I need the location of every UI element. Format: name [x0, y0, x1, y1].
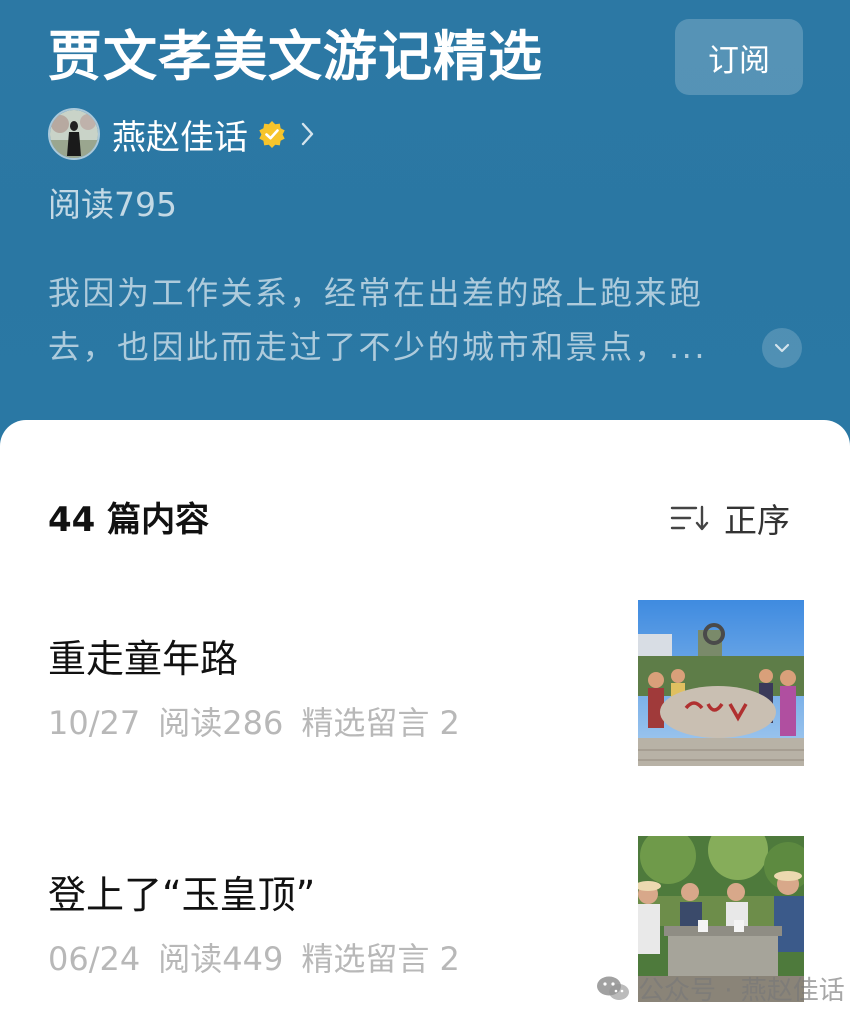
article-date: 06/24 — [48, 940, 141, 978]
description-line: 我因为工作关系，经常在出差的路上跑来跑 — [48, 274, 704, 312]
album-title: 贾文孝美文游记精选 — [48, 25, 543, 88]
expand-description-button[interactable] — [762, 328, 802, 368]
article-comments: 精选留言 2 — [301, 940, 460, 978]
article-date: 10/27 — [48, 704, 141, 742]
chevron-right-icon — [301, 122, 314, 146]
chevron-down-icon — [774, 343, 790, 353]
avatar — [48, 108, 100, 160]
article-reads: 阅读286 — [158, 704, 284, 742]
content-count: 44 篇内容 — [48, 500, 210, 540]
article-title: 登上了“玉皇顶” — [48, 873, 316, 917]
sort-label: 正序 — [724, 501, 790, 540]
article-meta: 10/27 阅读286 精选留言 2 — [48, 698, 460, 744]
article-item[interactable]: 重走童年路 10/27 阅读286 精选留言 2 — [0, 596, 850, 766]
article-title: 重走童年路 — [48, 637, 239, 681]
author-name: 燕赵佳话 — [112, 117, 248, 158]
article-thumbnail — [638, 600, 804, 766]
album-header: 贾文孝美文游记精选 订阅 燕赵佳话 阅读795 我因为工作关系，经常在出差的路上… — [0, 0, 850, 460]
watermark: 公众号 · 燕赵佳话 — [596, 970, 845, 1007]
article-comments: 精选留言 2 — [301, 704, 460, 742]
album-read-count: 阅读795 — [48, 185, 177, 224]
watermark-text: 公众号 · 燕赵佳话 — [638, 976, 845, 1006]
author-link[interactable]: 燕赵佳话 — [48, 106, 316, 162]
description-line: 去，也因此而走过了不少的城市和景点，... — [48, 328, 708, 366]
album-description[interactable]: 我因为工作关系，经常在出差的路上跑来跑 去，也因此而走过了不少的城市和景点，..… — [48, 266, 808, 374]
verified-badge-icon — [259, 121, 285, 148]
article-meta: 06/24 阅读449 精选留言 2 — [48, 934, 460, 980]
sort-order-icon — [670, 505, 709, 531]
article-reads: 阅读449 — [158, 940, 284, 978]
sort-toggle[interactable]: 正序 — [670, 494, 790, 542]
content-list-panel: 44 篇内容 正序 重走童年路 10/27 阅读286 精选留言 2 登上了“玉… — [0, 420, 850, 1020]
wechat-icon — [597, 976, 629, 1000]
subscribe-button[interactable]: 订阅 — [675, 19, 803, 95]
